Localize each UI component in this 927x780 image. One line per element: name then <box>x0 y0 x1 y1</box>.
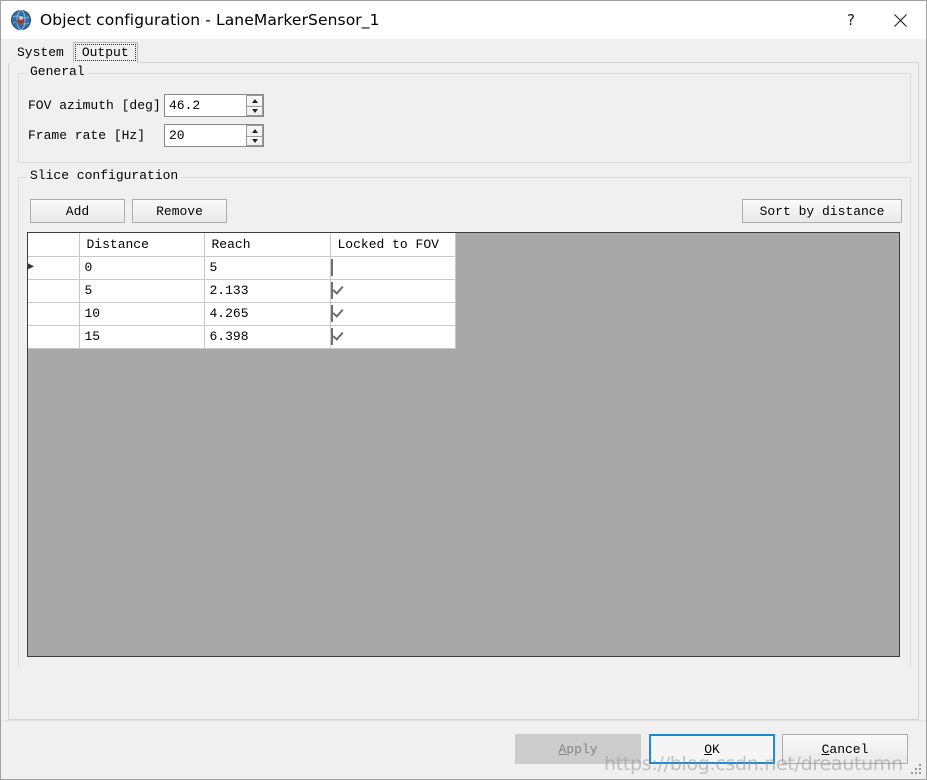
slice-configuration-group: Slice configuration Add Remove Sort by d… <box>18 169 911 667</box>
spin-up-icon[interactable] <box>246 125 263 136</box>
cancel-button[interactable]: Cancel <box>782 734 908 764</box>
cell-locked-to-fov[interactable] <box>330 301 456 326</box>
tab-output[interactable]: Output <box>72 42 138 63</box>
help-icon: ? <box>847 11 855 29</box>
fov-azimuth-spinbox[interactable]: 46.2 <box>164 94 264 117</box>
close-button[interactable] <box>874 1 926 39</box>
help-button[interactable]: ? <box>828 1 874 39</box>
cell-locked-to-fov[interactable] <box>330 278 456 303</box>
spin-down-icon[interactable] <box>246 105 263 116</box>
cell-reach[interactable]: 4.265 <box>204 301 331 326</box>
window-controls: ? <box>828 1 926 39</box>
field-frame-rate: Frame rate [Hz] 20 <box>28 124 264 147</box>
table-row[interactable]: ▶ 0 5 <box>28 255 456 280</box>
add-button[interactable]: Add <box>30 199 125 223</box>
sort-by-distance-button[interactable]: Sort by distance <box>742 199 902 223</box>
add-button-label: Add <box>65 203 90 219</box>
row-selector-cell[interactable] <box>28 278 80 303</box>
frame-rate-value: 20 <box>169 129 185 142</box>
slice-table-body: ▶ 0 5 5 2.133 10 4.265 15 6.398 <box>28 255 456 349</box>
cell-reach[interactable]: 6.398 <box>204 324 331 349</box>
locked-checkbox[interactable] <box>330 259 333 276</box>
table-header-row: Distance Reach Locked to FOV <box>28 233 456 257</box>
window-title: Object configuration - LaneMarkerSensor_… <box>40 11 380 29</box>
cell-locked-to-fov[interactable] <box>330 324 456 349</box>
ok-button[interactable]: OK <box>649 734 775 764</box>
fov-azimuth-label: FOV azimuth [deg] <box>28 98 161 113</box>
row-selector-cell[interactable]: ▶ <box>28 255 80 280</box>
frame-rate-spinbox[interactable]: 20 <box>164 124 264 147</box>
tab-system[interactable]: System <box>8 42 73 63</box>
tab-system-label: System <box>17 45 64 60</box>
column-header-locked-to-fov[interactable]: Locked to FOV <box>330 233 456 257</box>
dialog-window: Object configuration - LaneMarkerSensor_… <box>0 0 927 780</box>
sort-button-label: Sort by distance <box>759 203 885 219</box>
tab-strip: System Output <box>1 39 926 63</box>
tab-page-output: General FOV azimuth [deg] 46.2 Frame rat… <box>8 62 919 720</box>
locked-checkbox[interactable] <box>330 305 333 322</box>
table-row[interactable]: 10 4.265 <box>28 301 456 326</box>
cell-distance[interactable]: 0 <box>79 255 205 280</box>
cell-distance[interactable]: 15 <box>79 324 205 349</box>
spin-down-icon[interactable] <box>246 135 263 146</box>
general-group-title: General <box>27 65 88 78</box>
field-fov-azimuth: FOV azimuth [deg] 46.2 <box>28 94 264 117</box>
apply-button[interactable]: Apply <box>515 734 641 764</box>
table-row[interactable]: 15 6.398 <box>28 324 456 349</box>
frame-rate-stepper[interactable] <box>246 125 263 146</box>
cell-reach[interactable]: 2.133 <box>204 278 331 303</box>
cell-reach[interactable]: 5 <box>204 255 331 280</box>
locked-checkbox[interactable] <box>330 328 333 345</box>
locked-checkbox[interactable] <box>330 282 333 299</box>
cell-distance[interactable]: 10 <box>79 301 205 326</box>
row-selector-cell[interactable] <box>28 324 80 349</box>
close-icon <box>893 13 907 27</box>
tab-output-label: Output <box>81 45 129 60</box>
row-indicator-icon: ▶ <box>28 262 35 273</box>
cancel-button-label: Cancel <box>821 741 869 757</box>
slice-table: Distance Reach Locked to FOV ▶ 0 5 5 2.1… <box>28 233 456 349</box>
column-header-reach[interactable]: Reach <box>204 233 331 257</box>
spin-up-icon[interactable] <box>246 95 263 106</box>
globe-sensor-icon <box>10 9 32 31</box>
fov-azimuth-value: 46.2 <box>169 99 201 112</box>
column-header-distance[interactable]: Distance <box>79 233 205 257</box>
slice-group-title: Slice configuration <box>27 169 182 182</box>
remove-button-label: Remove <box>156 203 203 219</box>
frame-rate-label: Frame rate [Hz] <box>28 128 146 143</box>
ok-button-label: OK <box>704 741 720 757</box>
cell-distance[interactable]: 5 <box>79 278 205 303</box>
table-row[interactable]: 5 2.133 <box>28 278 456 303</box>
dialog-footer: Apply OK Cancel <box>1 720 926 779</box>
apply-button-label: Apply <box>558 741 598 757</box>
resize-grip-icon[interactable] <box>911 764 923 776</box>
column-header-selector[interactable] <box>28 233 80 257</box>
cell-locked-to-fov[interactable] <box>330 255 456 280</box>
fov-azimuth-stepper[interactable] <box>246 95 263 116</box>
general-group: General FOV azimuth [deg] 46.2 Frame rat… <box>18 65 911 163</box>
remove-button[interactable]: Remove <box>132 199 227 223</box>
slice-table-container[interactable]: Distance Reach Locked to FOV ▶ 0 5 5 2.1… <box>27 232 900 657</box>
row-selector-cell[interactable] <box>28 301 80 326</box>
title-bar: Object configuration - LaneMarkerSensor_… <box>1 1 926 39</box>
